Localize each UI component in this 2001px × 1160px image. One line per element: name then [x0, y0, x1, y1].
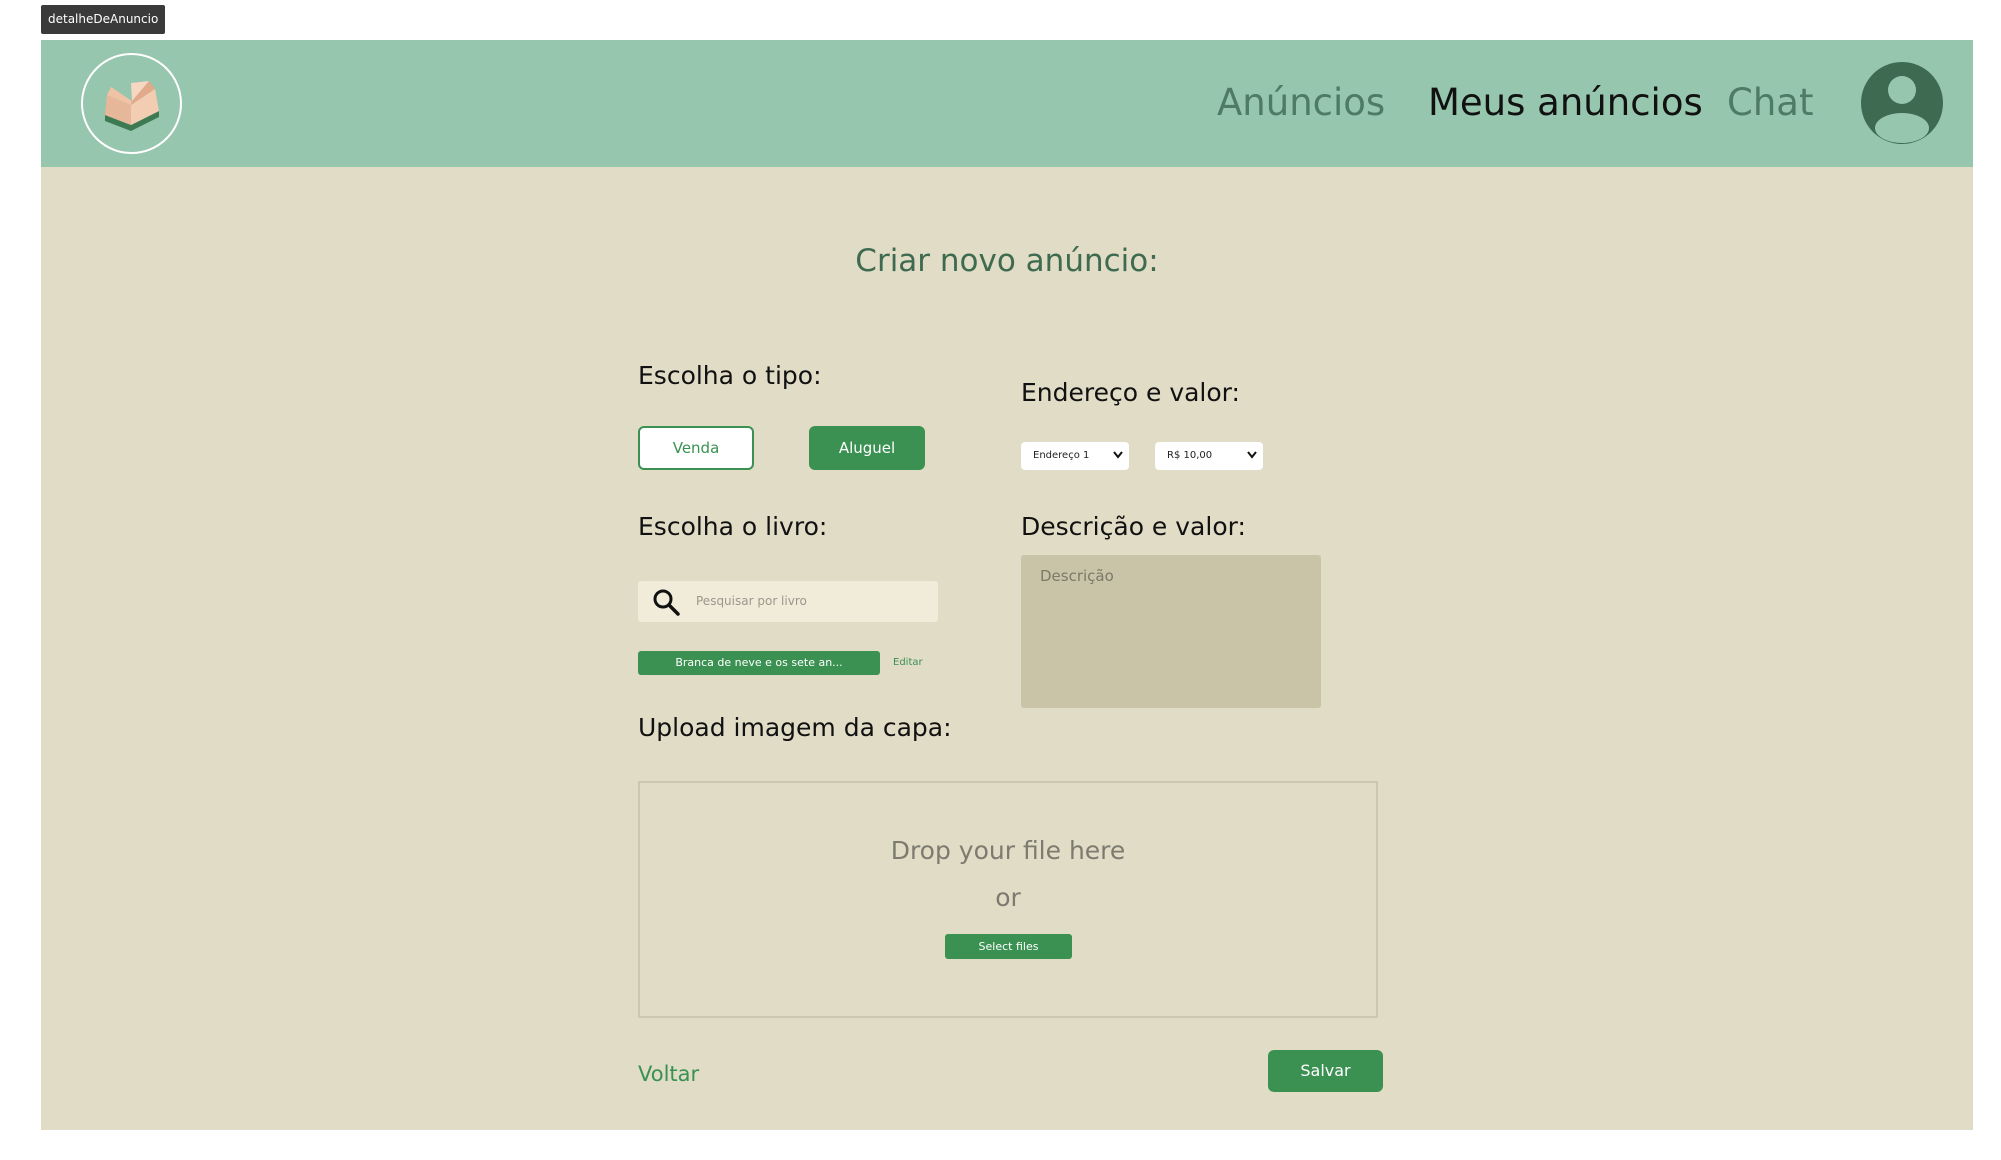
address-select[interactable]: Endereço 1	[1021, 442, 1129, 470]
description-placeholder: Descrição	[1040, 567, 1114, 585]
frame-name-tag: detalheDeAnuncio	[41, 5, 166, 34]
user-avatar-button[interactable]	[1861, 62, 1943, 144]
page-title: Criar novo anúncio:	[855, 243, 1159, 279]
price-select-value: R$ 10,00	[1167, 450, 1213, 461]
save-button[interactable]: Salvar	[1268, 1050, 1383, 1092]
open-book-icon	[105, 81, 159, 131]
chevron-down-icon	[1247, 451, 1257, 459]
descricao-label: Descrição e valor:	[1021, 512, 1246, 541]
select-files-button[interactable]: Select files	[945, 934, 1072, 959]
chevron-down-icon	[1113, 451, 1123, 459]
address-select-value: Endereço 1	[1033, 450, 1090, 461]
selected-book-chip[interactable]: Branca de neve e os sete an...	[638, 651, 880, 675]
book-search-input[interactable]: Pesquisar por livro	[638, 581, 938, 622]
user-icon	[1875, 76, 1929, 143]
nav-meus-anuncios[interactable]: Meus anúncios	[1428, 78, 1703, 128]
back-link[interactable]: Voltar	[638, 1062, 699, 1086]
price-select[interactable]: R$ 10,00	[1155, 442, 1263, 470]
venda-button[interactable]: Venda	[638, 426, 754, 470]
nav-chat[interactable]: Chat	[1727, 78, 1813, 128]
file-dropzone[interactable]: Drop your file here or Select files	[638, 781, 1378, 1018]
aluguel-button[interactable]: Aluguel	[809, 426, 925, 470]
search-icon	[653, 589, 680, 616]
description-textarea[interactable]: Descrição	[1021, 555, 1321, 708]
search-placeholder: Pesquisar por livro	[696, 594, 807, 608]
logo[interactable]	[81, 53, 182, 154]
tipo-label: Escolha o tipo:	[638, 361, 822, 390]
top-header: Anúncios Meus anúncios Chat	[41, 40, 1973, 167]
edit-book-link[interactable]: Editar	[893, 651, 923, 675]
endereco-label: Endereço e valor:	[1021, 378, 1240, 407]
or-text: or	[995, 883, 1021, 912]
page-frame: Anúncios Meus anúncios Chat Criar novo a…	[41, 40, 1973, 1130]
upload-label: Upload imagem da capa:	[638, 713, 952, 742]
livro-label: Escolha o livro:	[638, 512, 828, 541]
drop-text: Drop your file here	[890, 836, 1126, 865]
nav-anuncios[interactable]: Anúncios	[1217, 78, 1385, 128]
